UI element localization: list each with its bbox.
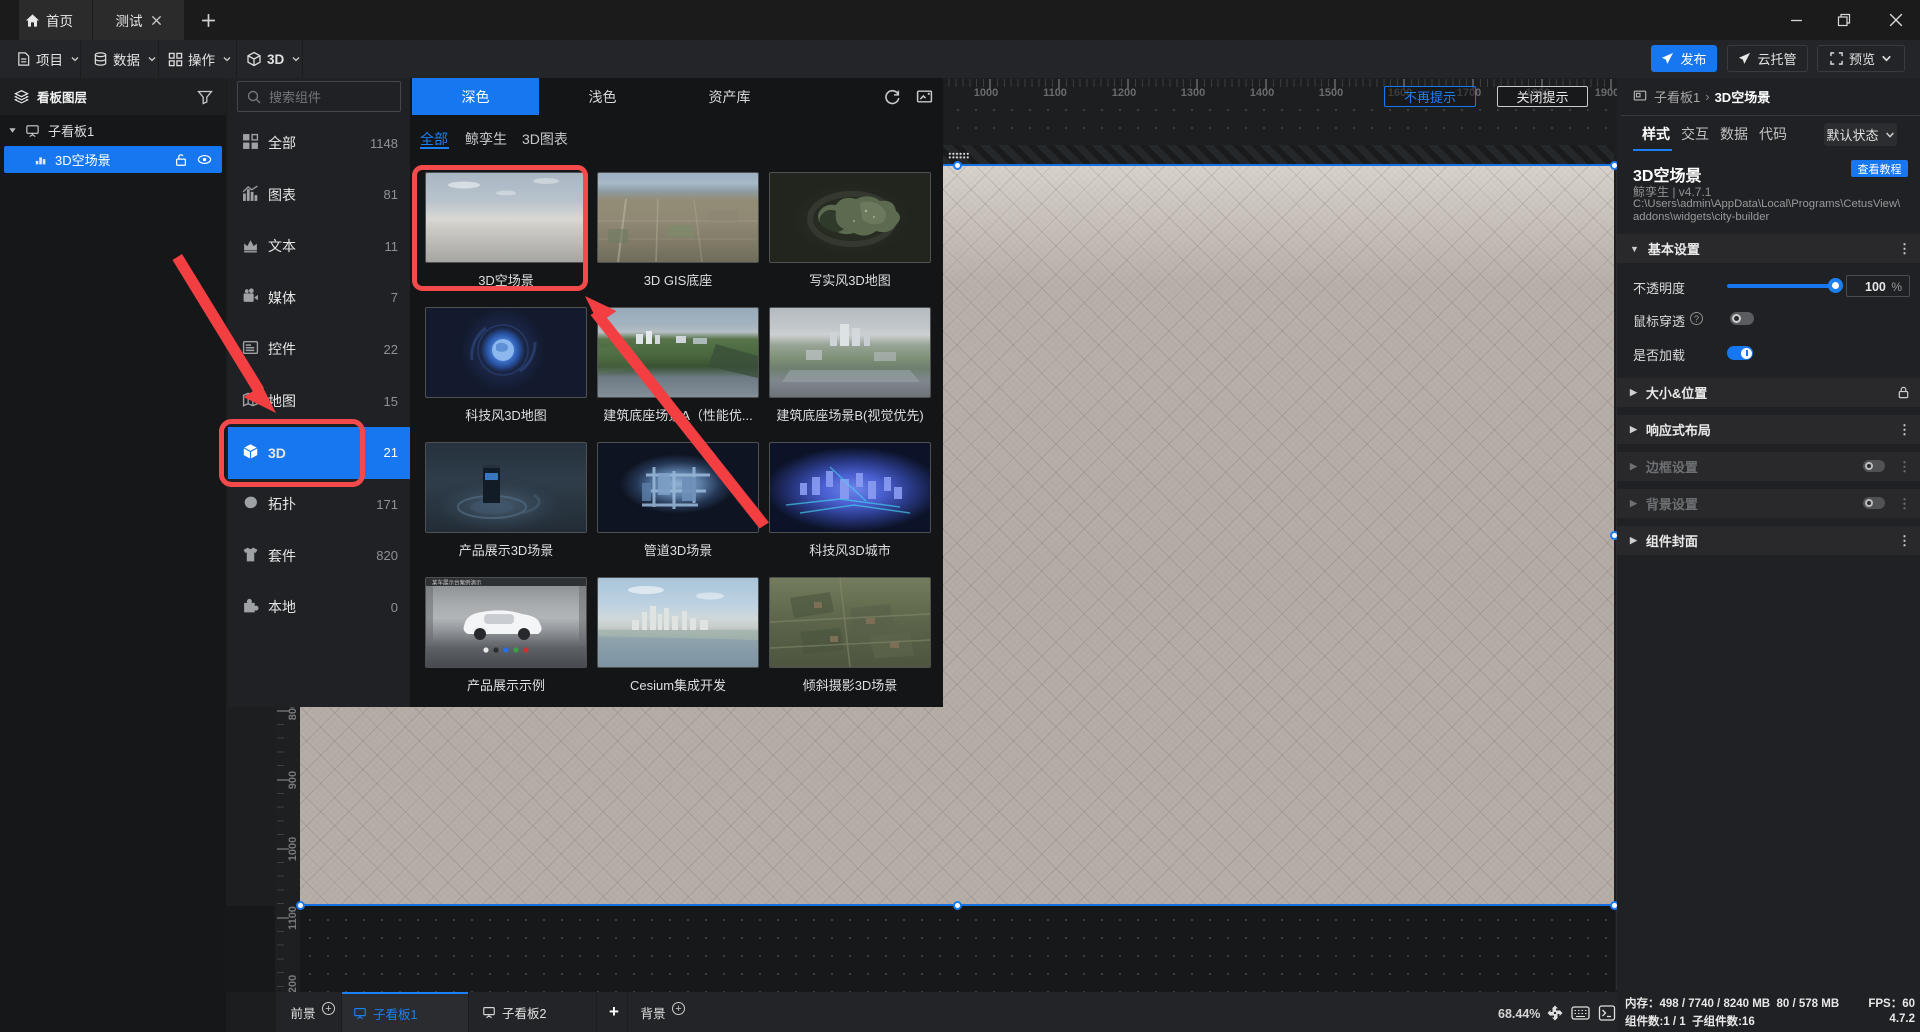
svg-text:某车展示台案例演示: 某车展示台案例演示 — [432, 579, 482, 587]
